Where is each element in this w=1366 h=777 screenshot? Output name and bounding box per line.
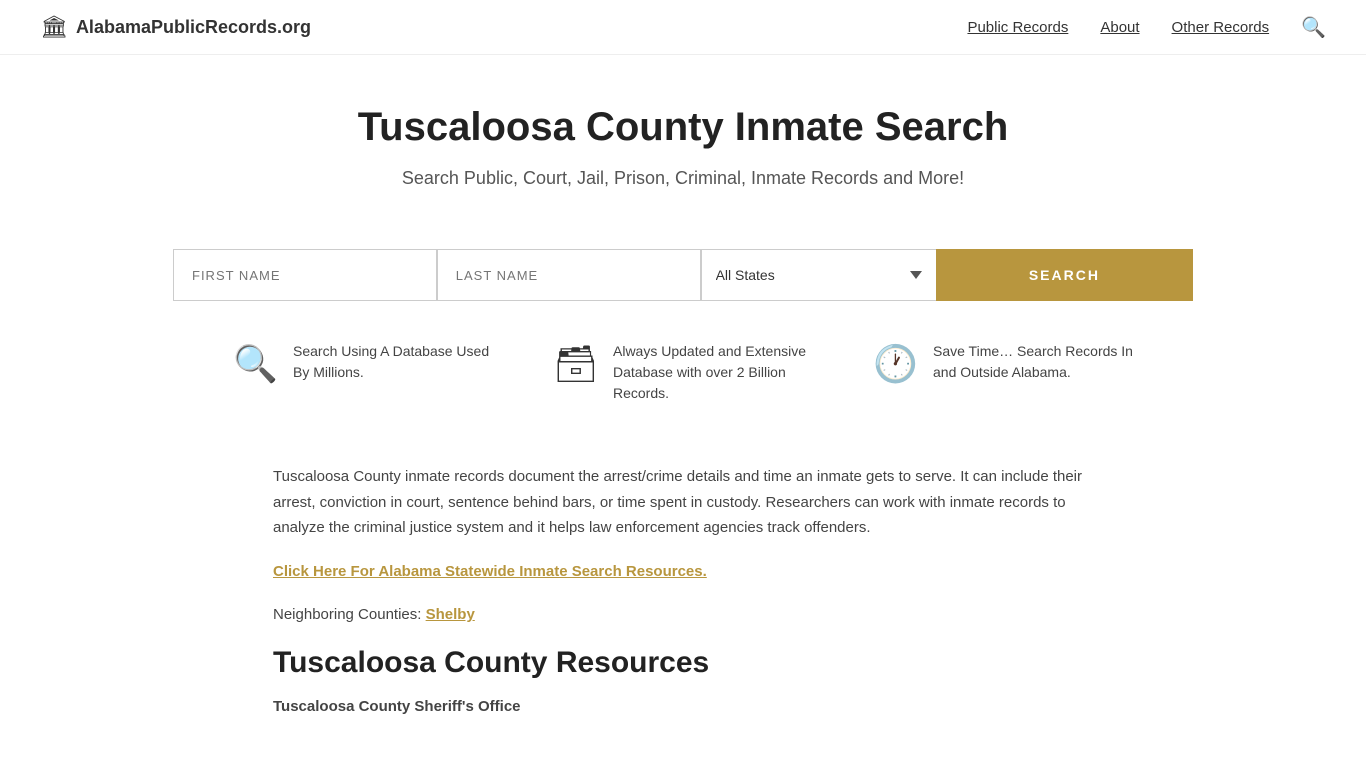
logo-link[interactable]: 🏛 AlabamaPublicRecords.org	[40, 14, 311, 40]
feature-search: 🔍 Search Using A Database Used By Millio…	[233, 341, 493, 385]
logo-text: AlabamaPublicRecords.org	[76, 17, 311, 38]
hero-subtitle: Search Public, Court, Jail, Prison, Crim…	[20, 168, 1346, 189]
clock-feature-icon: 🕐	[873, 343, 917, 385]
feature-clock: 🕐 Save Time… Search Records In and Outsi…	[873, 341, 1133, 385]
resources-title: Tuscaloosa County Resources	[273, 646, 1093, 680]
main-content: Tuscaloosa County inmate records documen…	[233, 444, 1133, 777]
statewide-link[interactable]: Click Here For Alabama Statewide Inmate …	[273, 563, 707, 580]
neighboring-label: Neighboring Counties:	[273, 606, 421, 623]
page-title: Tuscaloosa County Inmate Search	[20, 105, 1346, 150]
last-name-input[interactable]	[437, 249, 701, 301]
nav-about[interactable]: About	[1100, 19, 1139, 36]
header: 🏛 AlabamaPublicRecords.org Public Record…	[0, 0, 1366, 55]
state-select[interactable]: All States Alabama Alaska Arizona Arkans…	[701, 249, 936, 301]
search-feature-icon: 🔍	[233, 343, 277, 385]
feature-database: 🗃 Always Updated and Extensive Database …	[553, 341, 813, 404]
search-form: All States Alabama Alaska Arizona Arkans…	[133, 219, 1233, 321]
logo-icon: 🏛	[40, 14, 68, 40]
main-nav: Public Records About Other Records 🔍	[967, 15, 1326, 40]
database-feature-icon: 🗃	[553, 343, 597, 385]
neighboring-counties: Neighboring Counties: Shelby	[273, 602, 1093, 628]
nav-public-records[interactable]: Public Records	[967, 19, 1068, 36]
feature-search-text: Search Using A Database Used By Millions…	[293, 341, 493, 383]
nav-other-records[interactable]: Other Records	[1172, 19, 1270, 36]
description-text: Tuscaloosa County inmate records documen…	[273, 464, 1093, 541]
search-button[interactable]: SEARCH	[936, 249, 1193, 301]
hero-section: Tuscaloosa County Inmate Search Search P…	[0, 55, 1366, 219]
feature-database-text: Always Updated and Extensive Database wi…	[613, 341, 813, 404]
first-name-input[interactable]	[173, 249, 437, 301]
search-icon[interactable]: 🔍	[1301, 15, 1326, 40]
sheriff-title: Tuscaloosa County Sheriff's Office	[273, 694, 1093, 720]
features-section: 🔍 Search Using A Database Used By Millio…	[133, 321, 1233, 444]
shelby-county-link[interactable]: Shelby	[426, 606, 475, 623]
feature-clock-text: Save Time… Search Records In and Outside…	[933, 341, 1133, 383]
